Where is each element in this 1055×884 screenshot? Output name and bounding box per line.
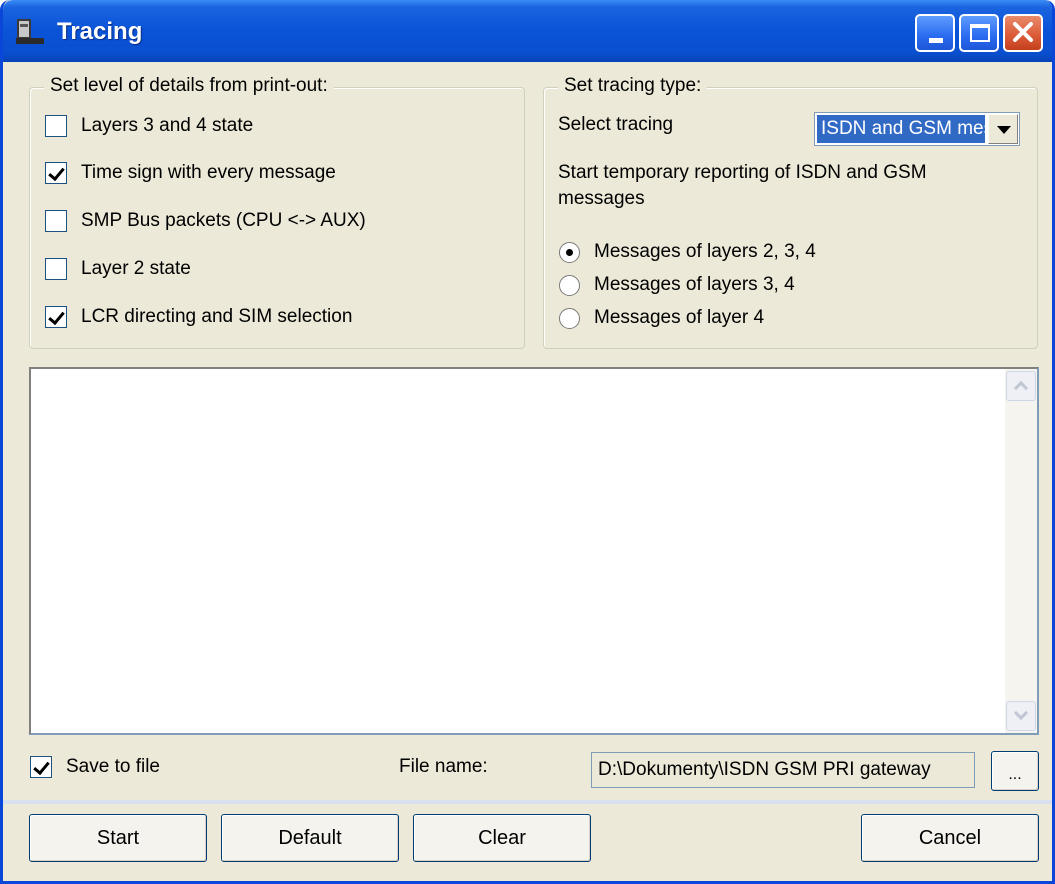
tracing-description: Start temporary reporting of ISDN and GS… — [558, 162, 927, 209]
checkbox-label: SMP Bus packets (CPU <-> AUX) — [81, 210, 366, 231]
close-button[interactable] — [1003, 14, 1043, 52]
radio-label: Messages of layer 4 — [594, 307, 765, 328]
minimize-button[interactable] — [915, 14, 955, 52]
maximize-button[interactable] — [959, 14, 999, 52]
checkbox-smp-bus-packets[interactable]: SMP Bus packets (CPU <-> AUX) — [45, 210, 366, 232]
checkbox-layers-3-4-state[interactable]: Layers 3 and 4 state — [45, 115, 253, 137]
minimize-icon — [929, 38, 943, 43]
cancel-button[interactable]: Cancel — [861, 814, 1039, 862]
radio-button[interactable] — [559, 307, 580, 329]
app-icon — [16, 19, 44, 44]
select-tracing-label: Select tracing — [558, 114, 674, 135]
clear-button[interactable]: Clear — [413, 814, 591, 862]
checkbox-layer-2-state[interactable]: Layer 2 state — [45, 258, 191, 280]
maximize-icon — [970, 24, 990, 42]
separator — [3, 800, 1052, 804]
tracing-type-group-legend: Set tracing type: — [558, 75, 708, 97]
trace-output-area[interactable] — [29, 367, 1039, 735]
tracing-window: Tracing Set level of details from print-… — [0, 0, 1055, 884]
radio-button[interactable] — [559, 274, 580, 296]
details-group-legend: Set level of details from print-out: — [44, 75, 334, 97]
chevron-down-icon[interactable] — [988, 114, 1018, 144]
checkbox-time-sign[interactable]: Time sign with every message — [45, 162, 336, 184]
clear-button-label: Clear — [478, 826, 526, 849]
start-button-label: Start — [96, 826, 140, 849]
checkbox-box[interactable] — [45, 115, 67, 137]
checkbox-label: Layers 3 and 4 state — [81, 115, 254, 136]
chevron-down-icon — [1013, 705, 1029, 721]
radio-label: Messages of layers 2, 3, 4 — [594, 241, 816, 262]
chevron-up-icon — [1013, 380, 1029, 396]
start-button[interactable]: Start — [29, 814, 207, 862]
close-icon — [1013, 22, 1033, 42]
checkbox-box[interactable] — [45, 162, 67, 184]
default-button-label: Default — [278, 826, 342, 849]
checkbox-box[interactable] — [45, 210, 67, 232]
radio-label: Messages of layers 3, 4 — [594, 274, 795, 295]
checkbox-lcr-directing[interactable]: LCR directing and SIM selection — [45, 306, 352, 328]
checkbox-label: Layer 2 state — [81, 258, 191, 279]
file-name-field[interactable]: D:\Dokumenty\ISDN GSM PRI gateway — [591, 752, 975, 788]
checkbox-box[interactable] — [45, 258, 67, 280]
title-bar[interactable]: Tracing — [3, 0, 1052, 62]
radio-layer-4[interactable]: Messages of layer 4 — [559, 307, 764, 329]
cancel-button-label: Cancel — [918, 826, 982, 849]
checkbox-box[interactable] — [45, 306, 67, 328]
checkbox-label: LCR directing and SIM selection — [81, 306, 353, 327]
default-button[interactable]: Default — [221, 814, 399, 862]
checkbox-label: Time sign with every message — [81, 162, 336, 183]
window-title: Tracing — [57, 18, 143, 45]
checkbox-save-to-file[interactable]: Save to file — [30, 756, 160, 778]
file-name-label: File name: — [399, 756, 488, 777]
radio-button[interactable] — [559, 241, 580, 263]
tracing-select-value: ISDN and GSM messages — [817, 115, 985, 143]
vertical-scrollbar[interactable] — [1005, 369, 1037, 733]
browse-button-label: ... — [1008, 766, 1022, 783]
checkbox-box[interactable] — [30, 756, 52, 778]
browse-button[interactable]: ... — [991, 751, 1039, 791]
scroll-down-button[interactable] — [1006, 701, 1036, 731]
scroll-up-button[interactable] — [1006, 371, 1036, 401]
checkbox-label: Save to file — [66, 756, 160, 777]
tracing-select[interactable]: ISDN and GSM messages — [814, 112, 1020, 146]
radio-layers-2-3-4[interactable]: Messages of layers 2, 3, 4 — [559, 241, 816, 263]
radio-layers-3-4[interactable]: Messages of layers 3, 4 — [559, 274, 795, 296]
